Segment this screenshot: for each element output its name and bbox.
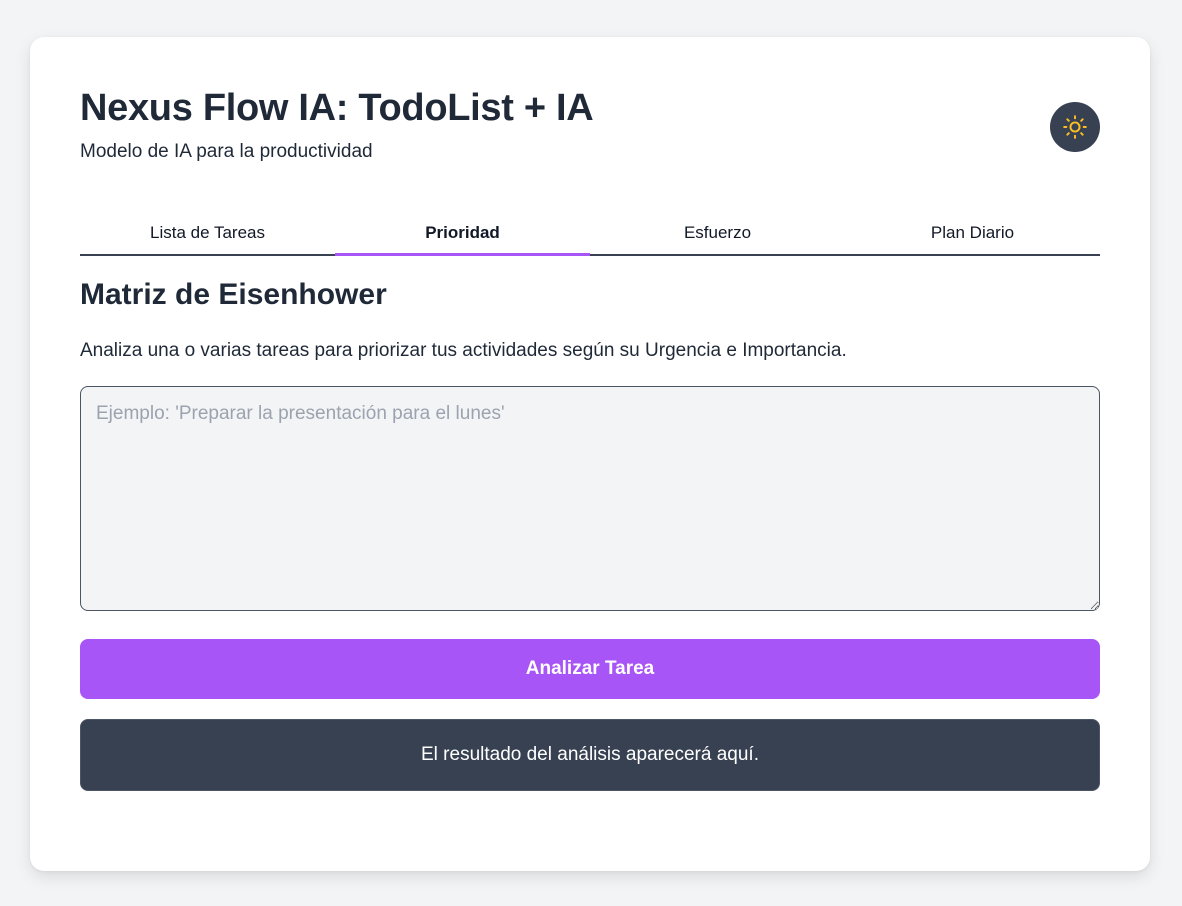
task-input[interactable] [80,386,1100,611]
analysis-result-text: El resultado del análisis aparecerá aquí… [421,744,759,765]
tab-prioridad[interactable]: Prioridad [335,211,590,256]
tab-plan-diario[interactable]: Plan Diario [845,211,1100,254]
section-title: Matriz de Eisenhower [80,278,387,311]
analysis-result-box: El resultado del análisis aparecerá aquí… [80,719,1100,791]
analyze-task-button[interactable]: Analizar Tarea [80,639,1100,699]
theme-toggle-button[interactable] [1050,102,1100,152]
section-description: Analiza una o varias tareas para prioriz… [80,340,847,361]
tab-esfuerzo[interactable]: Esfuerzo [590,211,845,254]
app-subtitle: Modelo de IA para la productividad [80,141,373,162]
sun-icon [1062,114,1088,140]
main-card: Nexus Flow IA: TodoList + IA Modelo de I… [30,37,1150,871]
tab-lista-de-tareas[interactable]: Lista de Tareas [80,211,335,254]
app-title: Nexus Flow IA: TodoList + IA [80,87,594,129]
tab-bar: Lista de Tareas Prioridad Esfuerzo Plan … [80,211,1100,256]
